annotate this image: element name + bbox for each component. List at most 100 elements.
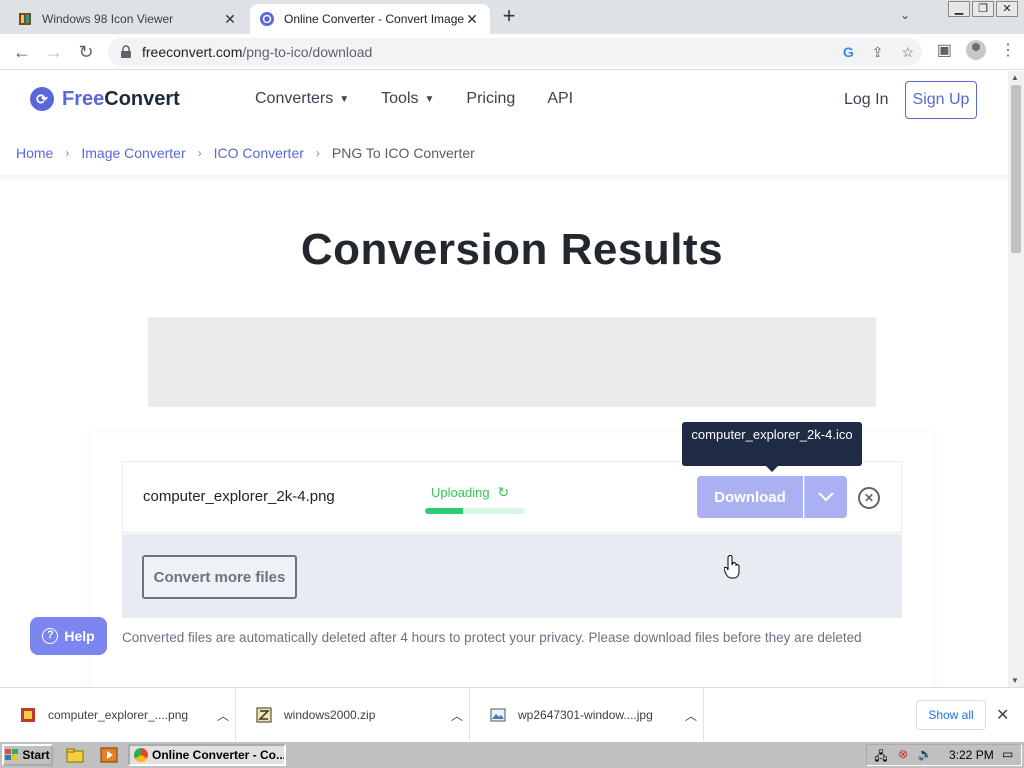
tab-icon-viewer[interactable]: Windows 98 Icon Viewer ✕ (8, 4, 248, 34)
logo-refresh-icon: ⟳ (30, 87, 54, 111)
nav-label: Pricing (466, 90, 516, 107)
chevron-down-icon: ▼ (424, 93, 435, 105)
close-window-button[interactable]: ✕ (996, 1, 1018, 17)
download-file-name: windows2000.zip (284, 708, 376, 722)
upload-status: Uploading ↻ (431, 484, 509, 501)
display-icon[interactable]: ▭ (1000, 747, 1016, 763)
scrollbar-thumb[interactable] (1011, 85, 1021, 253)
reload-icon[interactable]: ↻ (74, 40, 98, 64)
chevron-up-icon[interactable]: ︿ (445, 707, 469, 724)
chevron-down-icon[interactable]: ⌄ (896, 8, 914, 26)
logo-text-free: Free (62, 87, 105, 110)
download-item[interactable]: wp2647301-window....jpg ︿ (470, 688, 704, 742)
download-options-button[interactable] (804, 476, 847, 518)
page-scrollbar[interactable]: ▲ ▼ (1008, 71, 1024, 687)
upload-progress-bar (425, 508, 525, 514)
url-path: /png-to-ico/download (242, 44, 373, 60)
scroll-down-icon[interactable]: ▼ (1011, 676, 1019, 685)
minimize-button[interactable]: ▁ (948, 1, 970, 17)
chevron-up-icon[interactable]: ︿ (211, 707, 235, 724)
download-item[interactable]: windows2000.zip ︿ (236, 688, 470, 742)
header-divider (0, 175, 1008, 181)
privacy-notice: Converted files are automatically delete… (122, 630, 862, 645)
new-tab-icon[interactable]: + (498, 5, 520, 28)
progress-fill (425, 508, 463, 514)
spinner-icon: ↻ (497, 484, 510, 500)
start-button[interactable]: Start (2, 744, 53, 766)
download-item[interactable]: computer_explorer_....png ︿ (0, 688, 236, 742)
breadcrumb-ico-converter[interactable]: ICO Converter (214, 145, 304, 161)
win98-app-icon (18, 12, 32, 26)
download-button[interactable]: Download (697, 476, 803, 518)
tab-close-icon[interactable]: ✕ (464, 11, 480, 27)
download-file-name: wp2647301-window....jpg (518, 708, 653, 722)
nav-label: Converters (255, 90, 334, 107)
omnibox-icons: G ⇪ ☆ (843, 44, 914, 61)
download-tooltip: computer_explorer_2k-4.ico (682, 422, 862, 472)
show-all-downloads-button[interactable]: Show all (916, 700, 986, 730)
remove-file-icon[interactable]: ✕ (858, 487, 880, 509)
back-icon[interactable]: ← (10, 40, 34, 64)
nav-pricing[interactable]: Pricing (466, 90, 515, 108)
question-icon: ? (42, 628, 59, 644)
chevron-right-icon: › (315, 146, 320, 160)
file-name: computer_explorer_2k-4.png (143, 488, 335, 505)
win98-taskbar: Start Online Converter - Co... 🖧 ⊗ 🔊 3:2… (0, 741, 1024, 768)
breadcrumb-image-converter[interactable]: Image Converter (81, 145, 185, 161)
media-player-icon[interactable] (100, 746, 118, 764)
chevron-down-icon (818, 492, 834, 502)
tab-online-converter[interactable]: Online Converter - Convert Image, V ✕ (250, 4, 490, 34)
google-translate-icon[interactable]: G (843, 44, 854, 61)
web-page: ⟳ Free Convert Converters ▼ Tools ▼ Pricing… (0, 71, 1008, 687)
security-alert-icon[interactable]: ⊗ (895, 747, 911, 763)
address-bar[interactable]: freeconvert.com/png-to-ico/download (108, 38, 922, 66)
close-icon[interactable]: ✕ (996, 705, 1009, 725)
signup-button[interactable]: Sign Up (905, 81, 977, 119)
forward-icon[interactable]: → (42, 40, 66, 64)
breadcrumb-home[interactable]: Home (16, 145, 53, 161)
clock: 3:22 PM (949, 748, 994, 762)
menu-kebab-icon[interactable]: ⋮ (1000, 40, 1016, 60)
download-file-name: computer_explorer_....png (48, 708, 189, 722)
page-title: Conversion Results (300, 225, 724, 274)
scroll-up-icon[interactable]: ▲ (1011, 73, 1019, 82)
profile-avatar[interactable] (966, 40, 986, 60)
restore-button[interactable]: ❐ (972, 1, 994, 17)
freeconvert-logo[interactable]: ⟳ Free Convert (30, 87, 180, 111)
help-button[interactable]: ? Help (30, 617, 107, 655)
nav-api[interactable]: API (547, 90, 573, 108)
site-header: ⟳ Free Convert Converters ▼ Tools ▼ Pricing… (0, 71, 1008, 129)
nav-converters[interactable]: Converters ▼ (255, 90, 349, 108)
share-icon[interactable]: ⇪ (872, 44, 884, 61)
ad-placeholder (148, 317, 876, 407)
start-label: Start (22, 748, 50, 762)
chevron-down-icon: ▼ (339, 93, 350, 105)
explorer-folder-icon[interactable] (66, 746, 84, 764)
browser-tab-bar: Windows 98 Icon Viewer ✕ Online Converte… (0, 0, 1024, 34)
logo-text-convert: Convert (104, 87, 180, 110)
network-icon[interactable]: 🖧 (873, 747, 889, 763)
volume-icon[interactable]: 🔊 (917, 747, 933, 763)
taskbar-task-browser[interactable]: Online Converter - Co... (128, 744, 286, 766)
windows-logo-icon (5, 749, 19, 760)
convert-more-panel: Convert more files (122, 534, 902, 618)
chevron-up-icon[interactable]: ︿ (679, 707, 703, 724)
side-panel-icon[interactable]: ▣ (937, 40, 952, 60)
nav-label: Tools (381, 90, 419, 107)
system-tray: 🖧 ⊗ 🔊 3:22 PM ▭ (866, 744, 1022, 766)
nav-tools[interactable]: Tools ▼ (381, 90, 434, 108)
main-nav: Converters ▼ Tools ▼ Pricing API (255, 90, 573, 108)
tab-title: Windows 98 Icon Viewer (42, 12, 174, 26)
png-file-icon (21, 708, 35, 722)
login-link[interactable]: Log In (844, 91, 888, 109)
tab-close-icon[interactable]: ✕ (222, 11, 238, 27)
convert-more-files-button[interactable]: Convert more files (142, 555, 297, 599)
bookmark-star-icon[interactable]: ☆ (901, 44, 914, 61)
freeconvert-favicon-icon (260, 12, 274, 26)
downloads-bar: computer_explorer_....png ︿ windows2000.… (0, 687, 1024, 742)
status-text: Uploading (431, 485, 490, 500)
window-controls: ▁ ❐ ✕ (948, 1, 1018, 17)
browser-toolbar: ← → ↻ freeconvert.com/png-to-ico/downloa… (0, 34, 1024, 70)
chevron-right-icon: › (197, 146, 202, 160)
breadcrumb-current: PNG To ICO Converter (331, 145, 475, 161)
